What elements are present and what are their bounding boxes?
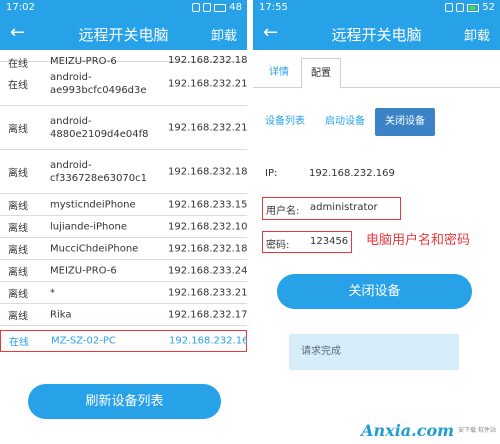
subtab-boot-device[interactable]: 启动设备 [321, 108, 369, 136]
device-ip: 192.168.232.214 [168, 78, 247, 89]
device-row[interactable]: 在线 MEIZU-PRO-6 192.168.232.184 [0, 50, 247, 70]
battery-charging-icon [467, 3, 480, 12]
device-row[interactable]: 离线 MEIZU-PRO-6 192.168.233.243 [0, 260, 247, 282]
uninstall-button[interactable]: 卸载 [211, 25, 237, 44]
battery-level: 52 [482, 2, 495, 13]
device-status: 离线 [8, 289, 28, 300]
app-bar: ← 远程开关电脑 卸载 [0, 16, 247, 50]
username-label: 用户名: [266, 206, 300, 217]
device-row[interactable]: 离线 android- 4880e2109d4e04f8 192.168.232.21… [0, 106, 247, 150]
device-ip: 192.168.232.169 [169, 335, 247, 347]
device-name: android- 4880e2109d4e04f8 [50, 115, 149, 140]
password-field[interactable]: 密码: 123456 [266, 236, 366, 251]
device-name: MZ-SZ-02-PC [51, 335, 116, 347]
device-ip: 192.168.232.104 [168, 221, 247, 232]
wifi-icon [456, 3, 465, 12]
uninstall-button[interactable]: 卸载 [464, 25, 490, 44]
password-label: 密码: [266, 240, 290, 251]
status-time: 17:02 [6, 2, 35, 13]
device-row[interactable]: 离线 MucciChdeiPhone 192.168.232.188 [0, 238, 247, 260]
device-name: MEIZU-PRO-6 [50, 265, 117, 276]
device-name: mysticndeiPhone [50, 199, 136, 210]
device-status: 离线 [8, 223, 28, 234]
device-status: 离线 [8, 245, 28, 256]
wifi-icon [203, 3, 212, 12]
device-name: Rika [50, 309, 72, 320]
ip-label: IP: [265, 168, 278, 179]
battery-level: 48 [229, 2, 242, 13]
device-name: * [50, 287, 55, 298]
password-input[interactable]: 123456 [310, 236, 348, 247]
device-ip: 192.168.232.188 [168, 243, 247, 254]
refresh-device-list-button[interactable]: 刷新设备列表 [28, 384, 221, 419]
ip-field: IP: 192.168.232.169 [265, 168, 485, 182]
tab-details[interactable]: 详情 [259, 58, 299, 88]
device-row[interactable]: 离线 lujiande-iPhone 192.168.232.104 [0, 216, 247, 238]
status-icons: 48 [192, 2, 242, 13]
device-list[interactable]: 在线 MEIZU-PRO-6 192.168.232.184 在线 android-ae… [0, 50, 247, 368]
page-title: 远程开关电脑 [331, 26, 422, 44]
tab-bar: 详情 配置 [253, 58, 500, 89]
device-ip: 192.168.232.189 [168, 166, 247, 177]
watermark-logo: Anxia.com [361, 421, 455, 440]
watermark-subtitle: 安下载 软件站 [458, 426, 496, 434]
right-screen: 17:55 52 ← 远程开关电脑 卸载 详情 配置 设备列表 启动设备 关闭设… [253, 0, 500, 444]
device-name: lujiande-iPhone [50, 221, 128, 232]
device-name: android-ae993bcfc0496d3e [50, 71, 147, 96]
device-ip: 192.168.233.243 [168, 265, 247, 276]
device-name: android-cf336728e63070c1 [50, 159, 148, 184]
subtab-shutdown-device[interactable]: 关闭设备 [375, 108, 435, 136]
bluetooth-icon [445, 3, 454, 12]
username-field[interactable]: 用户名: administrator [266, 202, 466, 217]
status-bar: 17:02 48 [0, 0, 247, 16]
subtab-device-list[interactable]: 设备列表 [261, 108, 309, 136]
device-name: MucciChdeiPhone [50, 243, 139, 254]
device-status: 离线 [8, 311, 28, 322]
device-ip: 192.168.233.150 [168, 199, 247, 210]
page-title: 远程开关电脑 [78, 26, 169, 44]
bluetooth-icon [192, 3, 201, 12]
username-input[interactable]: administrator [310, 202, 378, 213]
device-status: 在线 [8, 80, 28, 91]
device-row[interactable]: 离线 * 192.168.233.210 [0, 282, 247, 304]
device-row[interactable]: 离线 mysticndeiPhone 192.168.233.150 [0, 194, 247, 216]
device-row[interactable]: 在线 MZ-SZ-02-PC 192.168.232.169 [0, 330, 247, 352]
watermark: Anxia.com 安下载 软件站 [361, 421, 496, 440]
device-row[interactable]: 在线 android-ae993bcfc0496d3e 192.168.232.21… [0, 62, 247, 106]
status-time: 17:55 [259, 2, 288, 13]
device-status: 离线 [8, 267, 28, 278]
status-icons: 52 [445, 2, 495, 13]
device-status: 离线 [8, 168, 28, 179]
request-status: 请求完成 [289, 334, 459, 370]
device-status: 离线 [8, 201, 28, 212]
device-ip: 192.168.232.177 [168, 309, 247, 320]
app-bar: ← 远程开关电脑 卸载 [253, 16, 500, 50]
battery-icon [214, 3, 227, 12]
ip-value: 192.168.232.169 [309, 168, 395, 179]
left-screen: 17:02 48 ← 远程开关电脑 卸载 在线 MEIZU-PRO-6 192.16… [0, 0, 247, 444]
credentials-annotation: 电脑用户名和密码 [366, 233, 471, 248]
device-ip: 192.168.232.210 [168, 122, 247, 133]
tab-config[interactable]: 配置 [301, 58, 341, 89]
device-status: 在线 [9, 337, 29, 349]
status-bar: 17:55 52 [253, 0, 500, 16]
shutdown-device-button[interactable]: 关闭设备 [277, 274, 472, 309]
device-row[interactable]: 离线 android-cf336728e63070c1 192.168.232.18… [0, 150, 247, 194]
device-row[interactable]: 离线 Rika 192.168.232.177 [0, 304, 247, 326]
device-ip: 192.168.233.210 [168, 287, 247, 298]
device-status: 离线 [8, 124, 28, 135]
